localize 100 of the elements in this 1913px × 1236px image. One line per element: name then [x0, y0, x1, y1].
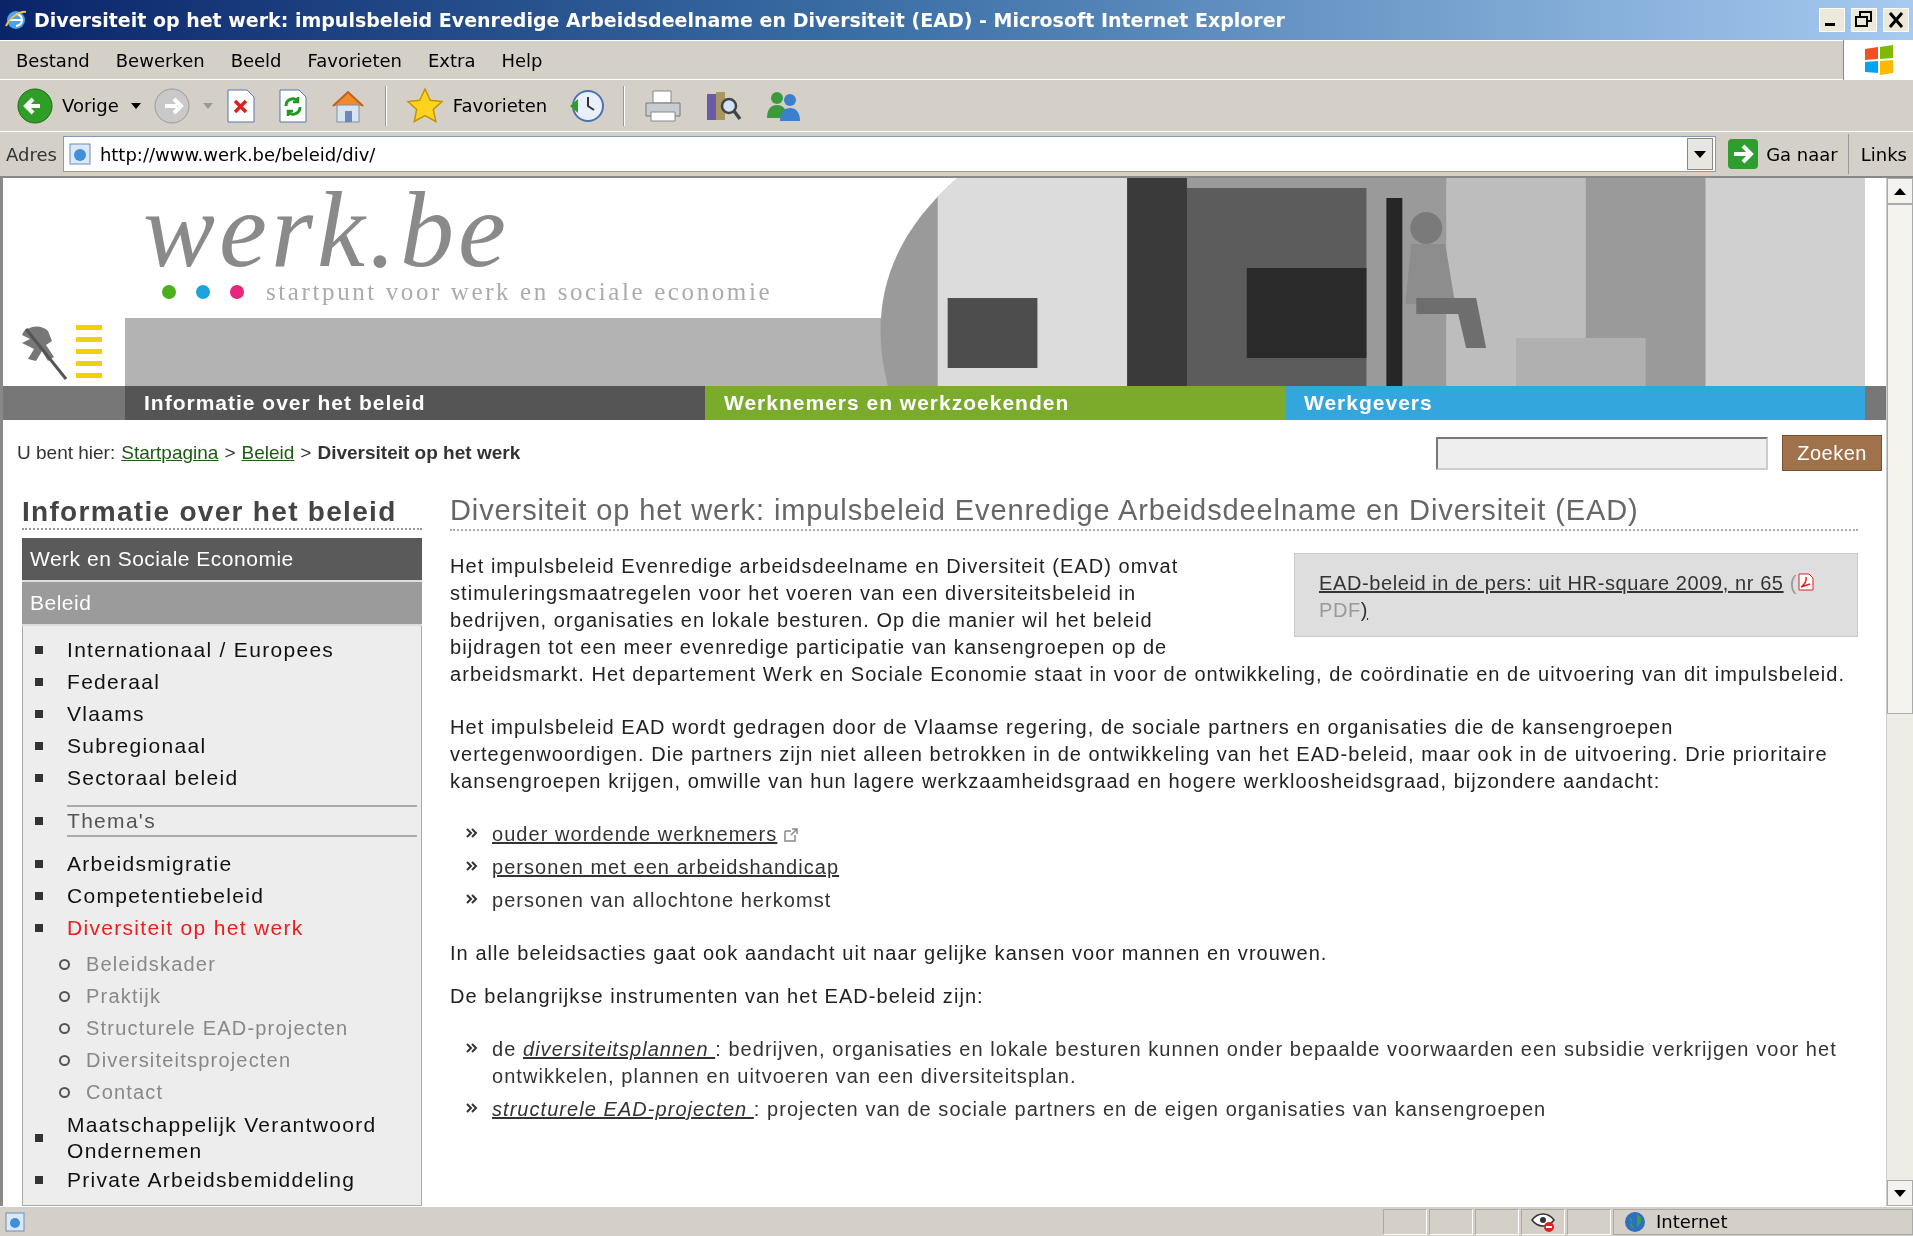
menu-item[interactable]: Bewerken [102, 49, 218, 71]
dropdown-button[interactable] [1687, 138, 1714, 170]
body-paragraph: De belangrijkse instrumenten van het EAD-beleid zijn: [450, 984, 985, 1009]
sidebar-link[interactable]: Private Arbeidsbemiddeling [67, 1167, 356, 1193]
body-paragraph: In alle beleidsacties gaat ook aandacht uit naar gelijke kansen voor mannen en vrouwen. [450, 941, 1329, 966]
body-paragraph: Het impulsbeleid EAD wordt gedragen door de Vlaamse regering, de sociale partners en organisaties die de kansengroepen vertegenwoordigen. Die partners zijn niet alleen betrokken in de ontwikkeling van het EAD-beleid, maar ook in de uitvoering. Drie prioritaire kansengroepen krijgen, omwille van hun lagere werkzaamheidsgraad en hogere werkloosheidsgraad, bijzondere aandacht: [450, 715, 1829, 794]
menu-item[interactable]: Favorieten [294, 49, 415, 71]
bullet-icon [35, 774, 43, 782]
site-tagline: startpunt voor werk en sociale economie [266, 278, 773, 306]
toolbar-button[interactable]: Favorieten [396, 82, 556, 129]
sidebar-title: Informatie over het beleid [22, 490, 422, 530]
address-field[interactable]: http://www.werk.be/beleid/div/ [62, 136, 1717, 172]
toolbar-button[interactable]: Vorige [8, 82, 127, 129]
double-chevron-icon [466, 828, 478, 838]
refresh-icon [276, 87, 309, 124]
breadcrumb-current: Diversiteit op het werk [317, 442, 521, 464]
bullet-icon [35, 1176, 43, 1184]
menu-item[interactable]: Extra [415, 49, 489, 71]
links-button[interactable]: Links [1854, 134, 1913, 174]
bullet-icon [35, 742, 43, 750]
caret-up-icon [1894, 187, 1906, 195]
caret-icon [1694, 150, 1707, 158]
list-link[interactable]: personen met een arbeidshandicap [492, 854, 840, 881]
status-pane [1429, 1208, 1473, 1235]
sidebar-link[interactable]: Arbeidsmigratie [67, 851, 233, 877]
menu-item[interactable]: Help [488, 49, 556, 71]
caret-icon [1894, 1189, 1906, 1197]
bullet-icon [35, 860, 43, 868]
double-chevron-icon [466, 894, 478, 904]
page-icon [67, 142, 92, 166]
list-item-text: personen van allochtone herkomst [492, 888, 832, 913]
sidebar-link[interactable]: Sectoraal beleid [67, 765, 239, 791]
sidebar-link[interactable]: Maatschappelijk Verantwoord Ondernemen [67, 1112, 421, 1164]
stop-icon [224, 87, 257, 124]
list-item-text: de diversiteitsplannen : bedrijven, organisaties en lokale besturen kunnen onder bepaalde voorwaarden een subsidie verkrijgen voor het ontwikkelen, plannen en uitvoeren van een diversiteitsplan. [492, 1037, 1838, 1089]
list-item-text: structurele EAD-projecten : projecten van de sociale partners en de eigen organisaties van kansengroepen [492, 1097, 1547, 1122]
search-field[interactable] [1436, 436, 1769, 470]
scroll-thumb[interactable] [1887, 204, 1913, 714]
sidebar-section-bar[interactable]: Werk en Sociale Economie [22, 538, 422, 582]
term-link[interactable]: structurele EAD-projecten [492, 1098, 754, 1120]
circle-bullet-icon [59, 958, 70, 970]
pdf-icon [1797, 573, 1816, 591]
press-link[interactable]: EAD-beleid in de pers: uit HR-square 2009, nr 65 [1319, 572, 1784, 594]
scroll-down-button[interactable] [1887, 1180, 1913, 1206]
close-icon[interactable] [1883, 8, 1909, 32]
sidebar-link[interactable]: Internationaal / Europees [67, 637, 335, 663]
sidebar-link[interactable]: Federaal [67, 669, 161, 695]
term-link[interactable]: diversiteitsplannen [522, 1038, 716, 1060]
printer-icon [643, 87, 684, 124]
sidebar-link[interactable]: Diversiteit op het werk [67, 915, 304, 941]
circle-bullet-icon [59, 1022, 70, 1034]
flag-logo-icon [1862, 45, 1895, 75]
breadcrumb-label: U bent hier: [17, 442, 116, 464]
scroll-up-button[interactable] [1887, 178, 1913, 204]
close-paren-link[interactable]: ) [1360, 599, 1369, 621]
arrow-right-icon [1728, 139, 1759, 169]
double-chevron-icon [466, 1043, 478, 1053]
double-chevron-icon [466, 1103, 478, 1113]
page-title: Diversiteit op het werk: impulsbeleid Evenredige Arbeidsdeelname en Diversiteit (EAD) [450, 494, 1858, 531]
bullet-icon [35, 710, 43, 718]
double-chevron-icon [466, 861, 478, 871]
breadcrumb-separator: > [300, 442, 312, 464]
status-pane [1475, 1208, 1519, 1235]
menu-item[interactable]: Bestand [0, 49, 103, 71]
bullet-icon [35, 817, 43, 825]
window-title: Diversiteit op het werk: impulsbeleid Evenredige Arbeidsdeelname en Diversiteit (EAD) - Microsoft Internet Explorer [34, 9, 1286, 31]
sidebar-heading: Thema's [67, 805, 417, 837]
globe-icon [1624, 1210, 1646, 1233]
page-icon [4, 1210, 26, 1233]
search-button[interactable]: Zoeken [1782, 435, 1882, 471]
circle-bullet-icon [59, 990, 70, 1002]
sidebar-link[interactable]: Competentiebeleid [67, 883, 265, 909]
minimize-icon[interactable] [1819, 8, 1845, 32]
star-icon [404, 86, 445, 125]
bullet-icon [35, 1134, 43, 1142]
bullet-icon [35, 892, 43, 900]
bullet-icon [35, 678, 43, 686]
scrollbar[interactable] [1886, 178, 1913, 1206]
list-link[interactable]: ouder wordende werknemers [492, 821, 778, 848]
go-button[interactable]: Ga naar [1722, 134, 1849, 174]
address-label: Adres [6, 143, 57, 165]
security-zone: Internet [1656, 1211, 1728, 1232]
status-pane [1567, 1208, 1611, 1235]
breadcrumb-separator: > [224, 442, 236, 464]
bullet-icon [35, 924, 43, 932]
nav-tab[interactable]: Informatie over het beleid [125, 386, 705, 420]
breadcrumb-link[interactable]: Startpagina [121, 442, 219, 464]
circle-bullet-icon [59, 1086, 70, 1098]
bullet-icon [35, 646, 43, 654]
browser-logo-icon [4, 8, 28, 32]
menu-item[interactable]: Beeld [217, 49, 295, 71]
body-paragraph: arbeidsmarkt. Het departement Werk en Sociale Economie staat in voor de ontwikkeling, de coördinatie en de uitvoering van dit impulsbeleid. [450, 662, 1847, 687]
circle-bullet-icon [59, 1054, 70, 1066]
privacy-eye-icon [1530, 1210, 1556, 1233]
sidebar-link[interactable]: Vlaams [67, 701, 145, 727]
restore-icon[interactable] [1851, 8, 1877, 32]
breadcrumb-link[interactable]: Beleid [241, 442, 295, 464]
sidebar-link[interactable]: Subregionaal [67, 733, 207, 759]
url-text: http://www.werk.be/beleid/div/ [99, 143, 377, 165]
press-note: EAD-beleid in de pers: uit HR-square 2009, nr 65 ( PDF) [1319, 572, 1816, 621]
